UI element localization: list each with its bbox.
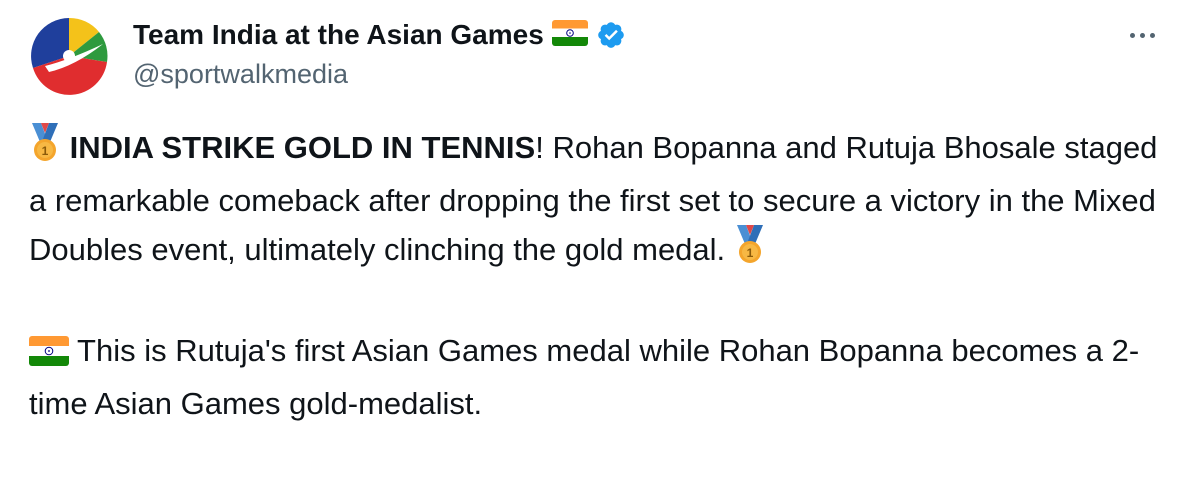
tweet-headline-exclamation: ! bbox=[535, 130, 544, 165]
first-place-medal-icon: 1 bbox=[29, 123, 61, 177]
author-handle[interactable]: @sportwalkmedia bbox=[133, 56, 348, 92]
svg-text:1: 1 bbox=[42, 144, 49, 158]
display-name-text: Team India at the Asian Games bbox=[133, 19, 544, 50]
tweet-headline: INDIA STRIKE GOLD IN TENNIS bbox=[69, 130, 536, 165]
tweet-card[interactable]: Team India at the Asian Games @sportwalk… bbox=[0, 0, 1186, 492]
tweet-paragraph-1: 1 INDIA STRIKE GOLD IN TENNIS! Rohan Bop… bbox=[29, 123, 1169, 279]
avatar-logo-icon bbox=[29, 16, 109, 96]
more-horizontal-icon-dot bbox=[1149, 32, 1155, 38]
verified-badge-icon[interactable] bbox=[596, 20, 626, 50]
first-place-medal-icon: 1 bbox=[734, 225, 766, 279]
tweet-paragraph-2-text: This is Rutuja's first Asian Games medal… bbox=[29, 333, 1140, 421]
tweet-text: 1 INDIA STRIKE GOLD IN TENNIS! Rohan Bop… bbox=[29, 123, 1169, 428]
svg-text:1: 1 bbox=[746, 246, 753, 260]
india-flag-icon bbox=[551, 19, 588, 51]
more-horizontal-icon-dot bbox=[1139, 32, 1145, 38]
avatar[interactable] bbox=[29, 16, 109, 96]
more-options-button[interactable] bbox=[1122, 20, 1162, 50]
tweet-paragraph-2: This is Rutuja's first Asian Games medal… bbox=[29, 327, 1169, 428]
author-display-name[interactable]: Team India at the Asian Games bbox=[133, 16, 626, 54]
india-flag-icon bbox=[29, 332, 69, 380]
more-horizontal-icon bbox=[1129, 32, 1135, 38]
